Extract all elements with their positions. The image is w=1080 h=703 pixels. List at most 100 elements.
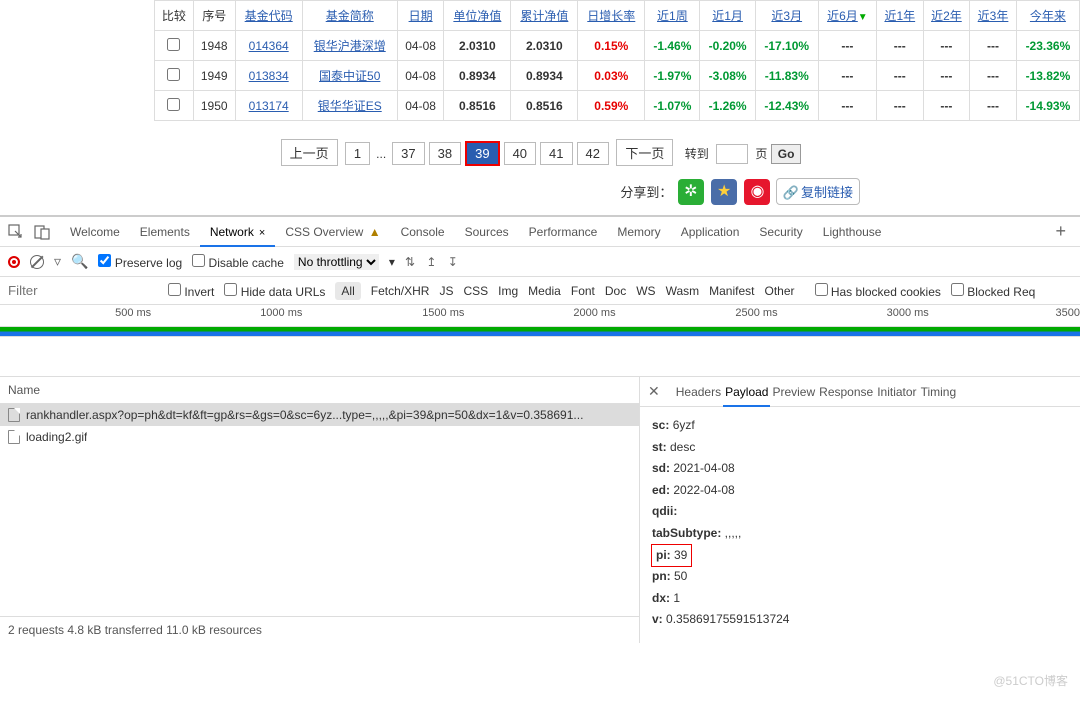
col-header[interactable]: 基金简称 (302, 1, 397, 31)
col-header[interactable]: 近2年 (923, 1, 970, 31)
filter-type[interactable]: CSS (463, 284, 488, 298)
disable-cache-checkbox[interactable]: Disable cache (192, 254, 284, 270)
cell[interactable]: 014364 (235, 31, 302, 61)
col-header[interactable]: 比较 (155, 1, 194, 31)
subtab-initiator[interactable]: Initiator (875, 379, 918, 405)
cell[interactable]: 国泰中证50 (302, 61, 397, 91)
subtab-preview[interactable]: Preview (770, 379, 817, 405)
wechat-icon[interactable]: ✲ (678, 179, 704, 205)
cell[interactable]: 银华华证ES (302, 91, 397, 121)
filter-type[interactable]: Doc (605, 284, 626, 298)
cell: 2.0310 (444, 31, 511, 61)
subtab-headers[interactable]: Headers (674, 379, 723, 405)
compare-checkbox[interactable] (155, 31, 194, 61)
tab-memory[interactable]: Memory (607, 219, 670, 245)
request-row[interactable]: rankhandler.aspx?op=ph&dt=kf&ft=gp&rs=&g… (0, 404, 639, 426)
page-39[interactable]: 39 (465, 141, 499, 166)
tab-elements[interactable]: Elements (130, 219, 200, 245)
filter-type[interactable]: Font (571, 284, 595, 298)
copy-link-button[interactable]: 🔗复制链接 (776, 178, 860, 205)
filter-type[interactable]: Other (764, 284, 794, 298)
cell: 0.59% (578, 91, 645, 121)
col-header[interactable]: 近1月 (700, 1, 755, 31)
tab-network[interactable]: Network × (200, 219, 276, 247)
filter-type[interactable]: JS (439, 284, 453, 298)
add-tab-icon[interactable]: + (1049, 221, 1072, 242)
cell: --- (970, 61, 1017, 91)
subtab-payload[interactable]: Payload (723, 379, 770, 407)
inspect-icon[interactable] (8, 224, 24, 240)
next-page[interactable]: 下一页 (616, 139, 673, 166)
page-42[interactable]: 42 (577, 142, 609, 165)
clear-icon[interactable] (30, 255, 44, 269)
filter-type[interactable]: Wasm (666, 284, 700, 298)
compare-checkbox[interactable] (155, 91, 194, 121)
col-header[interactable]: 累计净值 (511, 1, 578, 31)
name-column-header[interactable]: Name (0, 377, 639, 404)
cell[interactable]: 013834 (235, 61, 302, 91)
compare-checkbox[interactable] (155, 61, 194, 91)
preserve-log-checkbox[interactable]: Preserve log (98, 254, 182, 270)
jump-input[interactable] (716, 144, 748, 164)
page-1[interactable]: 1 (345, 142, 370, 165)
blocked-req-checkbox[interactable]: Blocked Req (951, 283, 1035, 299)
subtab-response[interactable]: Response (817, 379, 875, 405)
cell: -1.26% (700, 91, 755, 121)
col-header[interactable]: 基金代码 (235, 1, 302, 31)
hide-data-urls-checkbox[interactable]: Hide data URLs (224, 283, 325, 299)
filter-icon[interactable]: ▿ (54, 253, 61, 270)
page-38[interactable]: 38 (429, 142, 461, 165)
col-header[interactable]: 近6月▼ (818, 1, 876, 31)
cell: -12.43% (755, 91, 818, 121)
tab-security[interactable]: Security (749, 219, 812, 245)
tab-application[interactable]: Application (671, 219, 750, 245)
throttling-select[interactable]: No throttling (294, 254, 379, 270)
payload-row: sc: 6yzf (652, 415, 1068, 437)
filter-all[interactable]: All (335, 282, 360, 300)
qzone-icon[interactable]: ★ (711, 179, 737, 205)
subtab-timing[interactable]: Timing (919, 379, 959, 405)
col-header[interactable]: 日期 (397, 1, 444, 31)
device-icon[interactable] (34, 224, 50, 240)
cell: 2.0310 (511, 31, 578, 61)
col-header[interactable]: 近1年 (877, 1, 924, 31)
tab-console[interactable]: Console (391, 219, 455, 245)
invert-checkbox[interactable]: Invert (168, 283, 214, 299)
timeline-ruler[interactable]: 500 ms1000 ms1500 ms2000 ms2500 ms3000 m… (0, 305, 1080, 327)
col-header[interactable]: 单位净值 (444, 1, 511, 31)
tab-lighthouse[interactable]: Lighthouse (813, 219, 892, 245)
filter-type[interactable]: Fetch/XHR (371, 284, 430, 298)
col-header[interactable]: 近3月 (755, 1, 818, 31)
filter-type[interactable]: WS (636, 284, 655, 298)
tab-performance[interactable]: Performance (519, 219, 608, 245)
tab-css-overview[interactable]: CSS Overview ▲ (275, 219, 390, 245)
net-config-icons[interactable]: ⇅ ↥ ↧ (405, 255, 462, 269)
filter-type[interactable]: Img (498, 284, 518, 298)
cell[interactable]: 013174 (235, 91, 302, 121)
request-row[interactable]: loading2.gif (0, 426, 639, 448)
weibo-icon[interactable]: ◉ (744, 179, 770, 205)
record-icon[interactable] (8, 256, 20, 268)
col-header[interactable]: 近1周 (645, 1, 700, 31)
page-37[interactable]: 37 (392, 142, 424, 165)
cell[interactable]: 银华沪港深增 (302, 31, 397, 61)
go-button[interactable]: Go (771, 144, 802, 164)
col-header[interactable]: 今年来 (1016, 1, 1079, 31)
cell: -0.20% (700, 31, 755, 61)
tab-welcome[interactable]: Welcome (60, 219, 130, 245)
close-icon[interactable]: ✕ (648, 383, 660, 400)
blocked-cookies-checkbox[interactable]: Has blocked cookies (815, 283, 941, 299)
page-41[interactable]: 41 (540, 142, 572, 165)
col-header[interactable]: 序号 (193, 1, 235, 31)
col-header[interactable]: 日增长率 (578, 1, 645, 31)
page-40[interactable]: 40 (504, 142, 536, 165)
caret-down-icon[interactable]: ▾ (389, 255, 395, 269)
cell: --- (877, 61, 924, 91)
col-header[interactable]: 近3年 (970, 1, 1017, 31)
search-icon[interactable]: 🔍 (71, 253, 88, 270)
tab-sources[interactable]: Sources (455, 219, 519, 245)
prev-page[interactable]: 上一页 (281, 139, 338, 166)
filter-type[interactable]: Media (528, 284, 561, 298)
filter-type[interactable]: Manifest (709, 284, 754, 298)
filter-input[interactable] (8, 283, 158, 298)
